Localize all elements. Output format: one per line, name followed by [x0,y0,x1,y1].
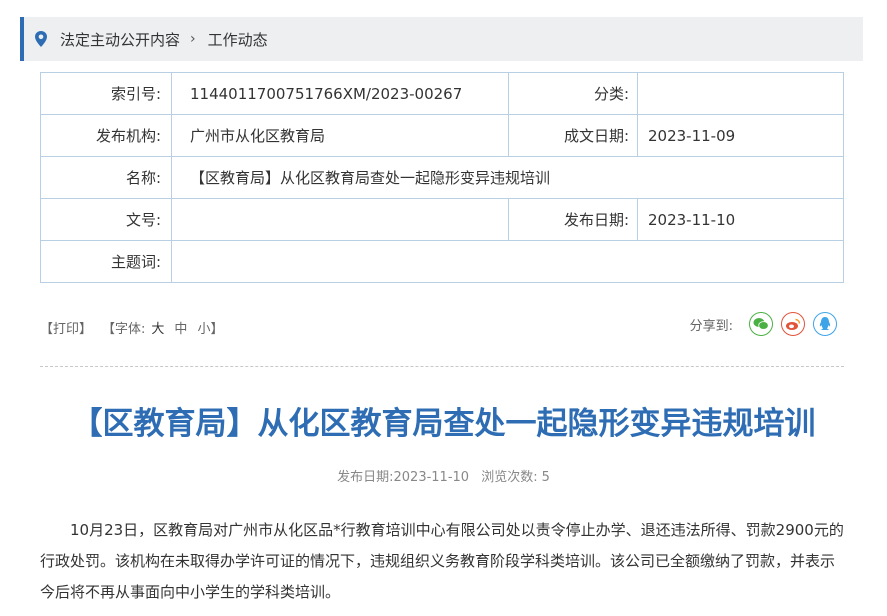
weibo-share-icon[interactable] [781,312,805,336]
article-info: 发布日期:2023-11-10 浏览次数: 5 [0,466,887,485]
share-bar: 分享到: [690,312,837,336]
publisher-value: 广州市从化区教育局 [171,114,509,157]
view-count-prefix: 浏览次数: [481,470,538,485]
wechat-share-icon[interactable] [749,312,773,336]
subject-value [171,240,844,283]
dashed-divider [40,366,844,367]
subject-label: 主题词: [40,240,172,283]
publish-date-prefix: 发布日期: [337,470,394,485]
qq-share-icon[interactable] [813,312,837,336]
article-tools: 【打印】 【字体: 大 中 小 】 [40,318,223,337]
table-row: 发布机构: 广州市从化区教育局 成文日期: 2023-11-09 [40,114,844,157]
breadcrumb: 法定主动公开内容 › 工作动态 [20,17,863,61]
doc-number-label: 文号: [40,198,172,241]
font-large-button[interactable]: 大 [151,318,164,337]
article-title: 【区教育局】从化区教育局查处一起隐形变异违规培训 [71,406,816,442]
table-row: 文号: 发布日期: 2023-11-10 [40,198,844,241]
category-label: 分类: [508,72,638,115]
breadcrumb-item-public-content[interactable]: 法定主动公开内容 [60,29,180,50]
chevron-right-icon: › [190,31,196,47]
font-medium-button[interactable]: 中 [174,318,187,337]
print-button[interactable]: 【打印】 [40,318,92,337]
font-size-suffix: 】 [210,322,224,337]
breadcrumb-item-work-news[interactable]: 工作动态 [208,29,268,50]
view-count: 5 [541,470,550,485]
publisher-label: 发布机构: [40,114,172,157]
location-pin-icon [35,31,47,47]
doc-number-value [171,198,509,241]
table-row: 主题词: [40,240,844,283]
font-small-button[interactable]: 小 [197,318,210,337]
publish-date-label: 发布日期: [508,198,638,241]
created-date-value: 2023-11-09 [637,114,844,157]
font-size-prefix: 【字体: [102,322,146,337]
category-value [637,72,844,115]
index-value: 1144011700751766XM/2023-00267 [171,72,509,115]
name-label: 名称: [40,156,172,199]
created-date-label: 成文日期: [508,114,638,157]
metadata-table: 索引号: 1144011700751766XM/2023-00267 分类: 发… [40,72,844,283]
index-label: 索引号: [40,72,172,115]
publish-date: 2023-11-10 [393,470,470,485]
share-label: 分享到: [689,318,733,334]
publish-date-value: 2023-11-10 [637,198,844,241]
table-row: 索引号: 1144011700751766XM/2023-00267 分类: [40,72,844,115]
article-body: 10月23日，区教育局对广州市从化区品*行教育培训中心有限公司处以责令停止办学、… [40,521,844,601]
table-row: 名称: 【区教育局】从化区教育局查处一起隐形变异违规培训 [40,156,844,199]
name-value: 【区教育局】从化区教育局查处一起隐形变异违规培训 [171,156,844,199]
